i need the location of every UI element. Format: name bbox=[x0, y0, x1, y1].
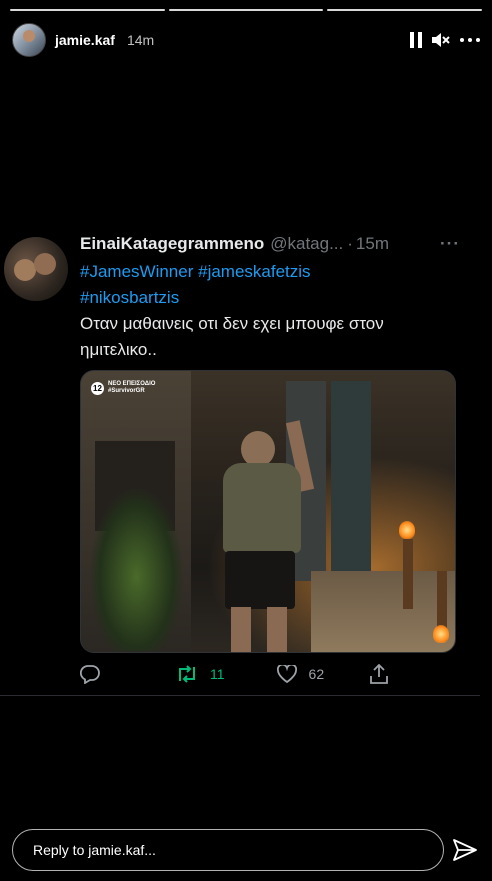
like-count: 62 bbox=[308, 666, 325, 682]
reply-input[interactable]: Reply to jamie.kaf... bbox=[12, 829, 444, 871]
share-button[interactable] bbox=[370, 664, 389, 684]
story-controls bbox=[410, 32, 480, 48]
username[interactable]: jamie.kaf bbox=[55, 32, 115, 48]
tweet-text: #JamesWinner #jameskafetzis #nikosbartzi… bbox=[80, 259, 460, 363]
share-icon bbox=[370, 664, 389, 684]
reply-icon bbox=[80, 664, 100, 684]
badge-line: ΝΕΟ ΕΠΕΙΣΟΔΙΟ bbox=[108, 381, 156, 387]
tweet-card[interactable]: EinaiKatagegrammeno @katag... · 15m ··· … bbox=[0, 232, 480, 696]
progress-segment bbox=[10, 9, 165, 11]
hashtag-link[interactable]: #JamesWinner bbox=[80, 262, 193, 281]
badge-line: #SurvivorGR bbox=[108, 388, 145, 394]
tweet-more-icon[interactable]: ··· bbox=[440, 234, 460, 254]
tweet-author-name[interactable]: EinaiKatagegrammeno bbox=[80, 234, 264, 254]
media-person bbox=[201, 420, 315, 652]
media-torch bbox=[403, 539, 413, 609]
progress-segment bbox=[168, 9, 324, 11]
speaker-muted-icon[interactable] bbox=[432, 32, 450, 48]
media-flame bbox=[433, 625, 449, 643]
reply-button[interactable] bbox=[80, 664, 100, 684]
tweet-author-avatar[interactable] bbox=[4, 237, 68, 301]
reply-placeholder: Reply to jamie.kaf... bbox=[33, 842, 156, 858]
channel-number: 12 bbox=[91, 381, 104, 395]
like-button[interactable]: 62 bbox=[276, 665, 325, 683]
heart-icon bbox=[276, 665, 297, 683]
retweet-icon bbox=[176, 665, 198, 683]
tweet-actions: 11 62 bbox=[80, 661, 460, 687]
tweet-author-handle[interactable]: @katag... bbox=[270, 234, 343, 254]
hashtag-link[interactable]: #jameskafetzis bbox=[198, 262, 310, 281]
tweet-media-image[interactable]: 12 ΝΕΟ ΕΠΕΙΣΟΔΙΟ #SurvivorGR bbox=[80, 370, 456, 653]
tweet-age: 15m bbox=[355, 234, 389, 253]
send-paper-plane-icon[interactable] bbox=[452, 838, 478, 867]
media-flame bbox=[399, 521, 415, 539]
channel-badge: 12 ΝΕΟ ΕΠΕΙΣΟΔΙΟ #SurvivorGR bbox=[91, 381, 155, 395]
progress-segment bbox=[327, 9, 483, 11]
avatar[interactable] bbox=[12, 23, 46, 57]
media-pillar bbox=[331, 381, 371, 581]
tweet-body: EinaiKatagegrammeno @katag... · 15m ··· … bbox=[80, 232, 460, 363]
media-plant bbox=[89, 486, 184, 651]
tweet-message: Οταν μαθαινεις οτι δεν εχει μπουφε στον … bbox=[80, 314, 384, 359]
retweet-button[interactable]: 11 bbox=[176, 665, 225, 683]
story-progress-bar bbox=[10, 9, 483, 11]
tweet-meta: EinaiKatagegrammeno @katag... · 15m ··· bbox=[80, 232, 460, 256]
separator-dot: · bbox=[347, 234, 353, 253]
hashtag-link[interactable]: #nikosbartzis bbox=[80, 288, 179, 307]
story-header: jamie.kaf 14m bbox=[12, 23, 480, 57]
story-time: 14m bbox=[126, 32, 155, 48]
badge-text: ΝΕΟ ΕΠΕΙΣΟΔΙΟ #SurvivorGR bbox=[108, 381, 155, 395]
retweet-count: 11 bbox=[210, 666, 225, 682]
more-horizontal-icon[interactable] bbox=[460, 38, 480, 42]
pause-icon[interactable] bbox=[410, 32, 422, 48]
